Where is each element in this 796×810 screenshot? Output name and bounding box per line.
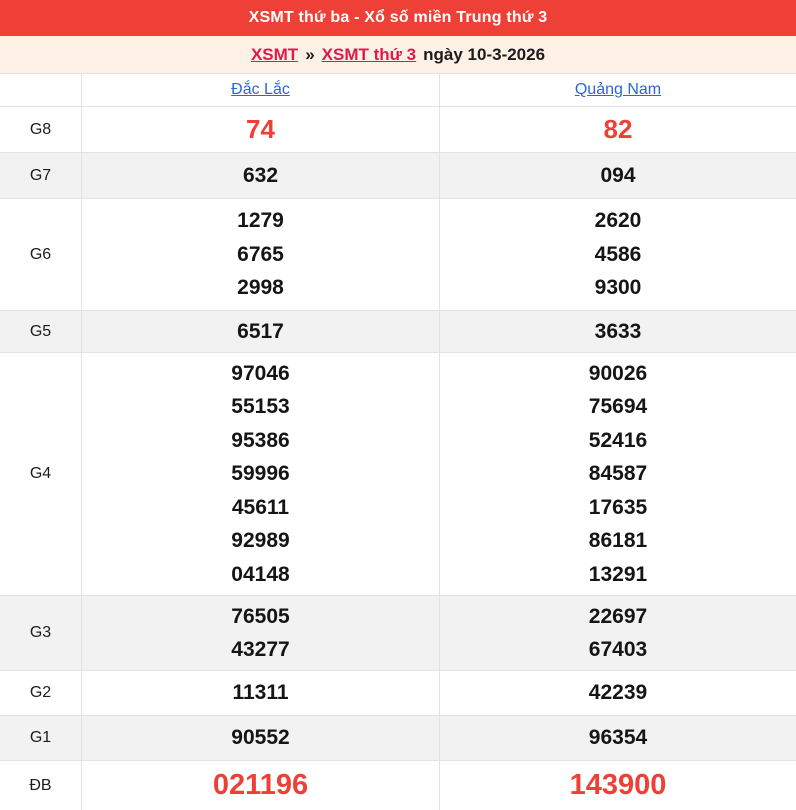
prize-values-dac-lac: 90552 <box>82 716 440 760</box>
table-header-row: Đắc Lắc Quảng Nam <box>0 73 796 106</box>
prize-values-dac-lac: 97046 55153 95386 59996 45611 92989 0414… <box>82 353 440 595</box>
prize-values-quang-nam: 42239 <box>588 681 648 705</box>
table-row-g7: G7 632 094 <box>0 152 796 198</box>
prize-values-dac-lac: 11311 <box>82 671 440 715</box>
table-row-g6: G6 1279 6765 2998 2620 4586 9300 <box>0 198 796 310</box>
breadcrumb-link-xsmt-thu-3[interactable]: XSMT thứ 3 <box>322 45 416 65</box>
prize-values-dac-lac: 6517 <box>82 311 440 352</box>
page-title: XSMT thứ ba - Xổ số miền Trung thứ 3 <box>248 9 548 26</box>
prize-label: ĐB <box>0 761 82 810</box>
breadcrumb: XSMT » XSMT thứ 3 ngày 10-3-2026 <box>0 36 796 73</box>
prize-values-quang-nam: 22697 67403 <box>588 604 648 662</box>
table-row-g5: G5 6517 3633 <box>0 310 796 352</box>
prize-values-dac-lac: 632 <box>82 153 440 198</box>
province-link-quang-nam[interactable]: Quảng Nam <box>575 80 661 100</box>
prize-values-quang-nam: 143900 <box>569 768 667 801</box>
prize-values-quang-nam: 82 <box>603 113 633 144</box>
page-header-bar: XSMT thứ ba - Xổ số miền Trung thứ 3 <box>0 0 796 36</box>
province-link-dac-lac[interactable]: Đắc Lắc <box>231 80 290 100</box>
table-row-g2: G2 11311 42239 <box>0 670 796 715</box>
prize-label: G4 <box>0 353 82 595</box>
column-header-quang-nam: Quảng Nam <box>440 74 796 106</box>
table-row-g3: G3 76505 43277 22697 67403 <box>0 595 796 670</box>
prize-label: G6 <box>0 199 82 310</box>
table-row-g1: G1 90552 96354 <box>0 715 796 760</box>
prize-values-dac-lac: 1279 6765 2998 <box>82 199 440 310</box>
table-row-g4: G4 97046 55153 95386 59996 45611 92989 0… <box>0 352 796 595</box>
prize-label: G8 <box>0 107 82 152</box>
prize-label: G5 <box>0 311 82 352</box>
table-row-db: ĐB 021196 143900 <box>0 760 796 810</box>
lottery-results-table: Đắc Lắc Quảng Nam G8 74 82 G7 632 094 G6… <box>0 73 796 810</box>
breadcrumb-separator: » <box>305 44 315 64</box>
column-header-dac-lac: Đắc Lắc <box>82 74 440 106</box>
prize-label: G1 <box>0 716 82 760</box>
prize-values-quang-nam: 3633 <box>594 319 642 343</box>
prize-column-header <box>0 74 82 106</box>
prize-label: G2 <box>0 671 82 715</box>
prize-values-quang-nam: 90026 75694 52416 84587 17635 86181 1329… <box>588 361 648 586</box>
prize-values-quang-nam: 2620 4586 9300 <box>594 209 642 300</box>
prize-values-dac-lac: 021196 <box>82 761 440 810</box>
table-row-g8: G8 74 82 <box>0 106 796 152</box>
breadcrumb-link-xsmt[interactable]: XSMT <box>251 45 298 65</box>
prize-values-dac-lac: 76505 43277 <box>82 596 440 670</box>
prize-label: G3 <box>0 596 82 670</box>
prize-label: G7 <box>0 153 82 198</box>
prize-values-quang-nam: 094 <box>600 163 636 187</box>
prize-values-quang-nam: 96354 <box>588 726 648 750</box>
prize-values-dac-lac: 74 <box>82 107 440 152</box>
breadcrumb-date-text: ngày 10-3-2026 <box>423 44 546 64</box>
